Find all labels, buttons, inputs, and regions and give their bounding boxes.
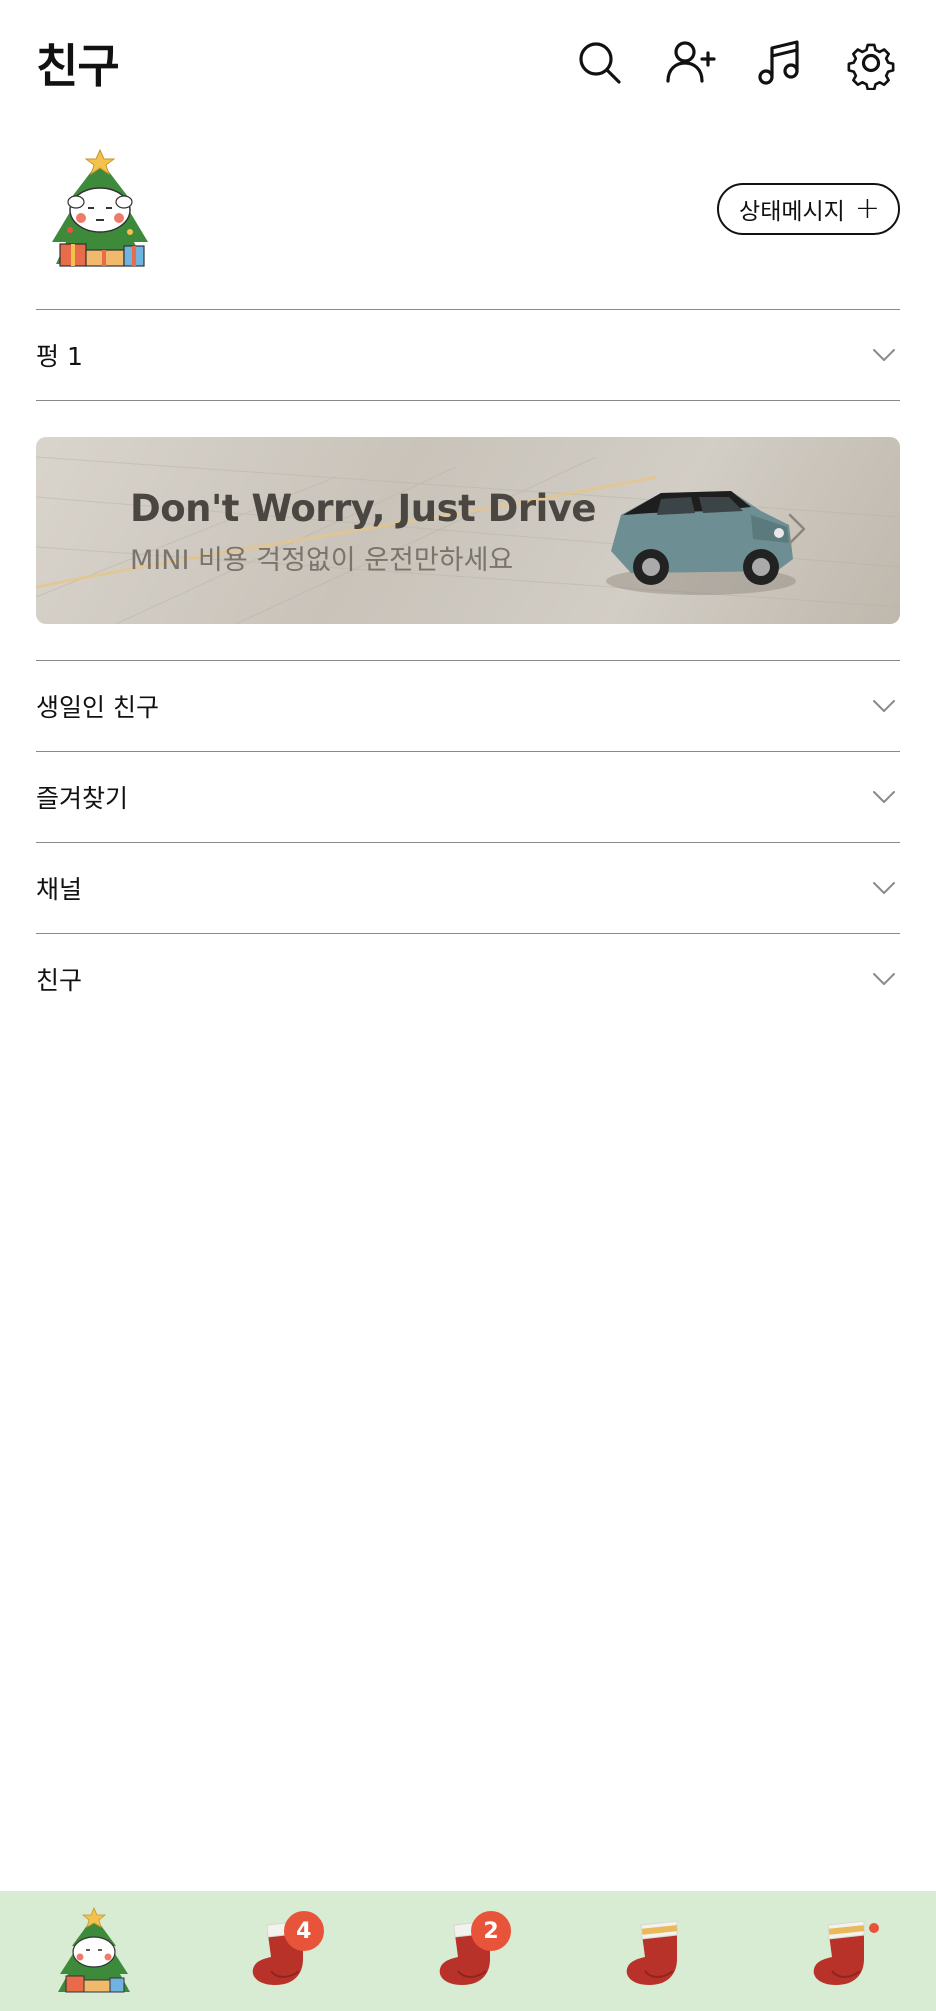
chevron-right-icon: [788, 513, 806, 545]
bottom-nav: 4 2: [0, 1891, 936, 2011]
music-icon[interactable]: [753, 36, 807, 90]
openchat-unread-badge: 2: [470, 1911, 511, 1951]
chat-unread-badge: 4: [283, 1911, 324, 1951]
settings-icon[interactable]: [844, 36, 898, 90]
openchat-tab[interactable]: 2: [413, 1901, 523, 2001]
section-label: 채널: [36, 875, 83, 904]
my-profile-avatar[interactable]: [36, 146, 164, 274]
section-favorites[interactable]: 즐겨찾기: [36, 752, 900, 842]
chevron-down-icon: [870, 341, 898, 369]
section-label: 생일인 친구: [36, 693, 159, 722]
section-label: 친구: [36, 966, 83, 995]
page-title: 친구: [36, 39, 120, 93]
section-pung[interactable]: 펑 1: [36, 310, 900, 400]
ad-title: Don't Worry, Just Drive: [130, 487, 597, 530]
tree-avatar-icon: [57, 1906, 130, 1993]
section-friends[interactable]: 친구: [36, 934, 900, 1024]
car-image: [606, 491, 796, 595]
section-label: 즐겨찾기: [36, 784, 129, 813]
chat-tab[interactable]: 4: [226, 1901, 336, 2001]
chevron-down-icon: [870, 874, 898, 902]
header: 친구: [0, 0, 936, 125]
add-friend-icon[interactable]: [663, 36, 717, 90]
divider: [36, 400, 900, 401]
search-icon[interactable]: [573, 36, 627, 90]
section-birthday-friends[interactable]: 생일인 친구: [36, 661, 900, 751]
section-channels[interactable]: 채널: [36, 843, 900, 933]
more-tab[interactable]: [787, 1901, 897, 2001]
chevron-down-icon: [870, 783, 898, 811]
status-message-button[interactable]: 상태메시지 +: [717, 183, 900, 235]
friends-screen: 친구 상태메시지 + 펑 1 Don't Worry, Just Drive M…: [0, 0, 936, 2011]
chevron-down-icon: [870, 692, 898, 720]
stocking-icon: [626, 1920, 678, 1985]
ad-subtitle: MINI 비용 걱정없이 운전만하세요: [130, 545, 514, 576]
profile-tab[interactable]: [39, 1901, 149, 2001]
ad-banner[interactable]: Don't Worry, Just Drive MINI 비용 걱정없이 운전만…: [36, 437, 900, 624]
plus-icon: +: [854, 191, 880, 226]
section-label: 펑 1: [36, 342, 83, 371]
shopping-tab[interactable]: [600, 1901, 710, 2001]
status-message-label: 상태메시지: [739, 199, 845, 225]
chevron-down-icon: [870, 965, 898, 993]
